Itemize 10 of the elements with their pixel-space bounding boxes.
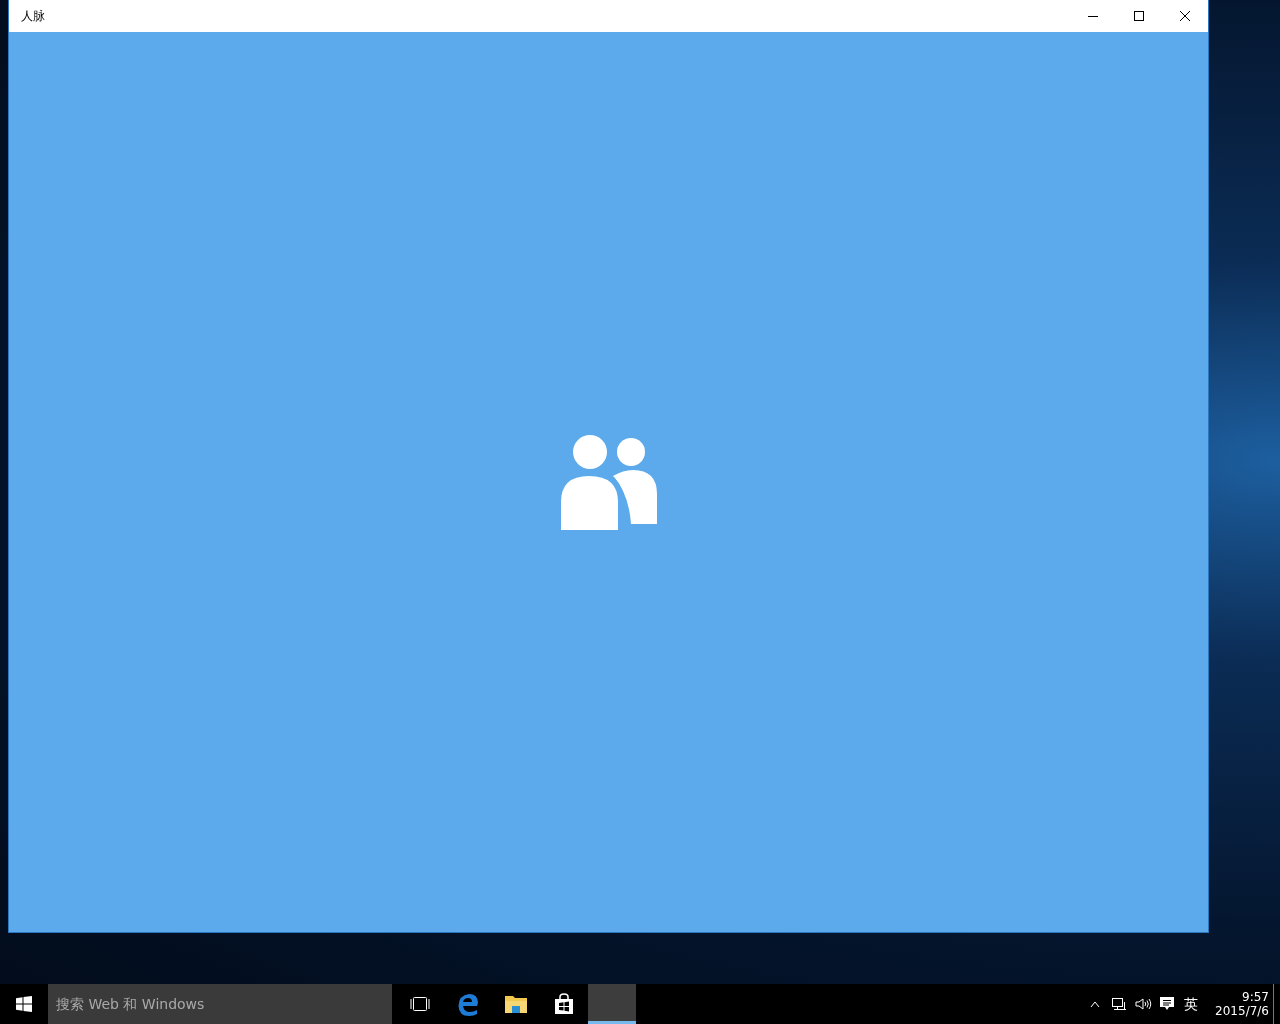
- input-method-indicator[interactable]: 英: [1179, 993, 1203, 1015]
- taskbar-app-button[interactable]: [588, 984, 636, 1024]
- people-icon: [560, 434, 657, 530]
- clock-time[interactable]: 9:57: [1242, 990, 1269, 1004]
- maximize-icon: [1133, 10, 1145, 22]
- clock-date[interactable]: 2015/7/6: [1215, 1004, 1269, 1018]
- close-icon: [1179, 10, 1191, 22]
- search-field[interactable]: 搜索 Web 和 Windows: [48, 984, 392, 1024]
- window-title: 人脉: [20, 8, 46, 25]
- windows-logo-icon: [16, 996, 32, 1012]
